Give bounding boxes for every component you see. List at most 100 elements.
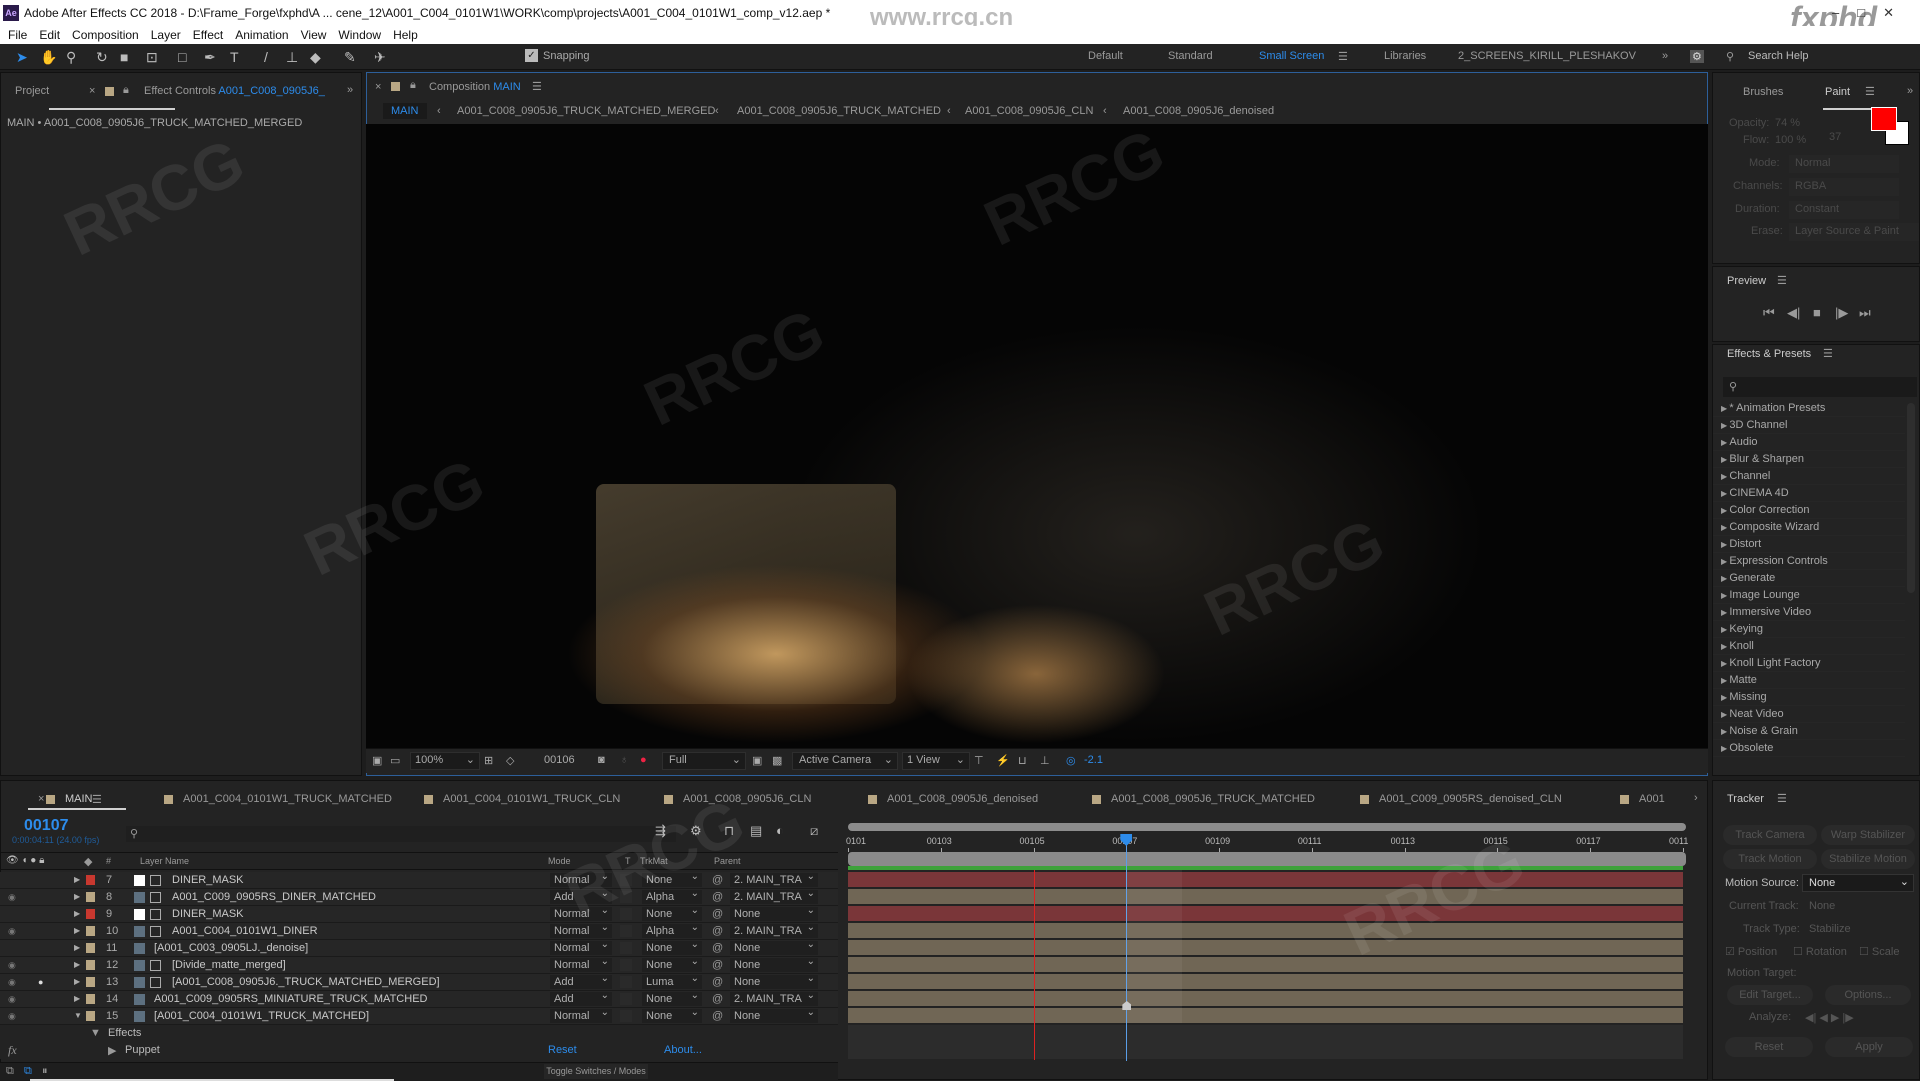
clone-stamp-tool-icon[interactable]: ⊥: [286, 48, 298, 66]
rotate-tool-icon[interactable]: ↻: [96, 48, 108, 66]
apply-button[interactable]: Apply: [1825, 1037, 1913, 1057]
view-layout-dropdown[interactable]: 1 View ⌄: [902, 752, 970, 770]
toggle-pixel-aspect-icon[interactable]: ⊤: [974, 754, 984, 767]
track-camera-button[interactable]: Track Camera: [1723, 825, 1817, 845]
toggle-switches-modes-button[interactable]: Toggle Switches / Modes: [544, 1064, 648, 1079]
header-layer-name[interactable]: Layer Name: [140, 856, 189, 866]
workspace-menu-icon[interactable]: ☰: [1338, 50, 1348, 63]
visibility-toggle-icon[interactable]: ◉: [8, 957, 16, 973]
layer-name[interactable]: A001_C004_0101W1_DINER: [172, 923, 318, 939]
mode-dropdown[interactable]: Normal: [550, 1006, 612, 1023]
camera-tool-icon[interactable]: ■: [120, 48, 128, 66]
mode-dropdown[interactable]: Add: [550, 887, 612, 904]
always-preview-icon[interactable]: ▣: [372, 754, 382, 767]
motion-source-dropdown[interactable]: None ⌄: [1802, 874, 1914, 892]
roto-brush-tool-icon[interactable]: ✎: [344, 48, 356, 66]
expand-arrow-icon[interactable]: ▶: [108, 1044, 116, 1057]
mode-dropdown[interactable]: Normal: [550, 938, 612, 955]
options-button[interactable]: Options...: [1825, 985, 1911, 1005]
mode-dropdown[interactable]: Add: [550, 989, 612, 1006]
preserve-transparency-toggle[interactable]: [620, 942, 632, 954]
rotation-checkbox[interactable]: ☐ Rotation: [1793, 945, 1847, 958]
reset-button[interactable]: Reset: [1725, 1037, 1813, 1057]
foreground-color-swatch[interactable]: [1871, 107, 1897, 131]
reset-exposure-icon[interactable]: ◎: [1066, 754, 1076, 767]
breadcrumb-item[interactable]: A001_C008_0905J6_denoised: [1123, 105, 1274, 117]
timeline-tab[interactable]: A001_C008_0905J6_CLN: [664, 793, 811, 805]
expand-arrow-icon[interactable]: ▼: [74, 1008, 82, 1024]
menu-effect[interactable]: Effect: [193, 26, 223, 44]
effects-category-item[interactable]: Audio: [1713, 434, 1905, 451]
transfer-controls-icon[interactable]: ⧉: [24, 1065, 32, 1078]
next-frame-icon[interactable]: |▶: [1835, 305, 1848, 321]
preserve-transparency-toggle[interactable]: [620, 925, 632, 937]
window-controls[interactable]: –□✕: [1832, 0, 1912, 26]
layer-row[interactable]: ▶ 11 [A001_C003_0905LJ._denoise] Normal None…: [0, 938, 838, 957]
effects-search-input[interactable]: ⚲: [1723, 377, 1917, 397]
menu-icon[interactable]: ☰: [92, 793, 102, 806]
tab-effect-controls[interactable]: Effect Controls A001_C008_0905J6_: [144, 85, 325, 97]
track-motion-button[interactable]: Track Motion: [1723, 849, 1817, 869]
mode-dropdown[interactable]: Normal: [550, 955, 612, 972]
layer-row[interactable]: ◉ ▶ 8 A001_C009_0905RS_DINER_MATCHED Add Alph…: [0, 887, 838, 906]
camera-dropdown[interactable]: Active Camera ⌄: [792, 752, 898, 770]
parent-pickwhip-icon[interactable]: @: [712, 889, 723, 905]
pan-behind-tool-icon[interactable]: ⊡: [146, 48, 158, 66]
tab-paint[interactable]: Paint: [1825, 86, 1850, 98]
about-link[interactable]: About...: [664, 1044, 702, 1056]
reset-link[interactable]: Reset: [548, 1044, 577, 1056]
magnification-dropdown[interactable]: 100% ⌄: [410, 752, 480, 770]
effects-category-item[interactable]: Obsolete: [1713, 740, 1905, 757]
workspace-default[interactable]: Default: [1088, 50, 1123, 62]
parent-pickwhip-icon[interactable]: @: [712, 940, 723, 956]
parent-dropdown[interactable]: None: [730, 972, 818, 989]
selection-tool-icon[interactable]: ➤: [16, 48, 28, 66]
layer-row[interactable]: ▶ 9 DINER_MASK Normal None @ None: [0, 904, 838, 923]
timeline-tab[interactable]: A001_C008_0905J6_denoised: [868, 793, 1038, 805]
layer-row[interactable]: ◉ ▼ 15 [A001_C004_0101W1_TRUCK_MATCHED] Norm…: [0, 1006, 838, 1025]
layer-name[interactable]: [Divide_matte_merged]: [172, 957, 286, 973]
parent-dropdown[interactable]: 2. MAIN_TRA: [730, 887, 818, 904]
close-tab-icon[interactable]: ×: [375, 81, 381, 93]
effects-category-item[interactable]: Knoll: [1713, 638, 1905, 655]
region-of-interest-icon[interactable]: ▣: [752, 754, 762, 767]
expand-arrow-icon[interactable]: ▶: [74, 923, 80, 939]
label-color-swatch[interactable]: [86, 960, 95, 970]
effects-category-item[interactable]: Missing: [1713, 689, 1905, 706]
expand-arrow-icon[interactable]: ▶: [74, 906, 80, 922]
label-color-swatch[interactable]: [86, 909, 95, 919]
preserve-transparency-toggle[interactable]: [620, 891, 632, 903]
rectangle-tool-icon[interactable]: □: [178, 48, 186, 66]
effects-scrollbar[interactable]: [1907, 403, 1915, 593]
flow-value[interactable]: 100 %: [1775, 134, 1806, 146]
sync-settings-icon[interactable]: ⚙: [1690, 50, 1704, 63]
effects-category-item[interactable]: Image Lounge: [1713, 587, 1905, 604]
preserve-transparency-toggle[interactable]: [620, 959, 632, 971]
trkmat-dropdown[interactable]: None: [642, 904, 702, 921]
label-color-swatch[interactable]: [86, 994, 95, 1004]
parent-dropdown[interactable]: 2. MAIN_TRA: [730, 921, 818, 938]
resolution-dropdown[interactable]: Full ⌄: [662, 752, 746, 770]
panel-overflow-icon[interactable]: »: [347, 84, 353, 96]
brush-tool-icon[interactable]: /: [264, 48, 268, 66]
snapping-checkbox[interactable]: ✓: [525, 49, 538, 62]
first-frame-icon[interactable]: ⏮: [1763, 305, 1775, 321]
label-color-swatch[interactable]: [86, 892, 95, 902]
effects-category-item[interactable]: Knoll Light Factory: [1713, 655, 1905, 672]
preserve-transparency-toggle[interactable]: [620, 908, 632, 920]
breadcrumb-item[interactable]: A001_C008_0905J6_TRUCK_MATCHED: [737, 105, 941, 117]
mode-dropdown[interactable]: Normal: [1789, 155, 1899, 173]
current-frame[interactable]: 00106: [544, 754, 575, 766]
composition-viewer[interactable]: [366, 124, 1708, 748]
label-color-swatch[interactable]: [86, 977, 95, 987]
motion-blur-icon[interactable]: ◐: [776, 823, 784, 838]
layer-name[interactable]: A001_C009_0905RS_DINER_MATCHED: [172, 889, 376, 905]
opacity-value[interactable]: 74 %: [1775, 117, 1800, 129]
timeline-icon[interactable]: ⊔: [1018, 754, 1027, 767]
previous-frame-icon[interactable]: ◀|: [1787, 305, 1800, 321]
parent-pickwhip-icon[interactable]: @: [712, 957, 723, 973]
current-track-dropdown[interactable]: None: [1809, 900, 1835, 912]
effects-category-item[interactable]: Channel: [1713, 468, 1905, 485]
layer-row[interactable]: ◉ ▶ 14 A001_C009_0905RS_MINIATURE_TRUCK_MAT…: [0, 989, 838, 1008]
zoom-tool-icon[interactable]: ⚲: [66, 48, 76, 66]
